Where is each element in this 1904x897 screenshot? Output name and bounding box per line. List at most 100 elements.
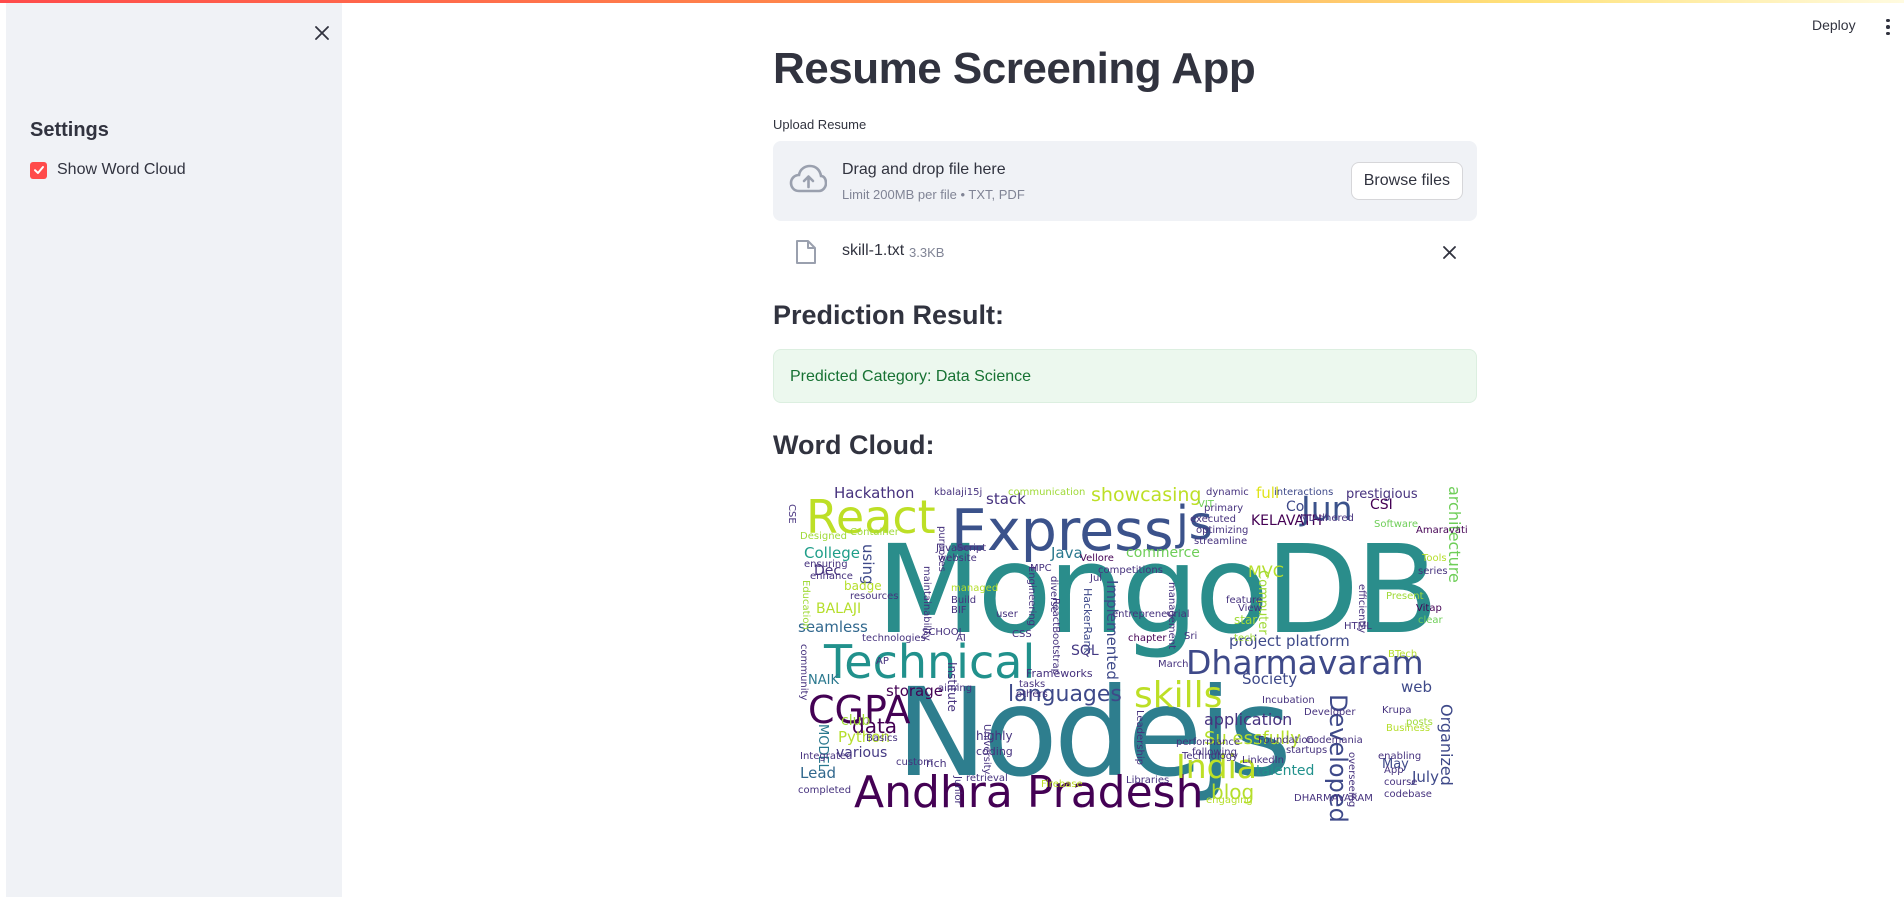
- word-cloud-word: Technical: [824, 635, 1036, 689]
- word-cloud-word: SCHOOL: [922, 627, 965, 638]
- word-cloud-word: Codemania: [1306, 735, 1363, 746]
- word-cloud-word: completed: [798, 785, 852, 796]
- word-cloud-word: Sri: [1184, 631, 1198, 642]
- word-cloud-word: VIT: [1198, 499, 1214, 510]
- word-cloud-word: following: [1192, 747, 1237, 758]
- word-cloud-word: Integrated: [800, 751, 853, 762]
- word-cloud-word: Libraries: [1126, 775, 1170, 786]
- word-cloud-word: purposes: [936, 526, 947, 572]
- word-cloud-word: entrepreneurial: [1112, 609, 1190, 620]
- word-cloud-word: competitions: [1098, 565, 1163, 576]
- word-cloud-word: Vitap: [1416, 603, 1442, 614]
- remove-file-button[interactable]: [1437, 240, 1461, 264]
- dropzone-limit: Limit 200MB per file • TXT, PDF: [842, 187, 1025, 202]
- word-cloud-word: Leadership: [1134, 710, 1145, 765]
- word-cloud-word: Organized: [1437, 704, 1456, 786]
- word-cloud-word: BALAJI: [816, 601, 862, 617]
- word-cloud-word: streamline: [1194, 536, 1248, 547]
- word-cloud-word: Designed: [800, 531, 848, 542]
- file-name: skill-1.txt: [842, 242, 905, 259]
- upload-label: Upload Resume: [773, 117, 867, 132]
- word-cloud-word: Developer: [1304, 707, 1356, 718]
- word-cloud-word: Frameworks: [1026, 667, 1093, 680]
- main-menu-button[interactable]: [1882, 16, 1894, 38]
- file-dropzone[interactable]: Drag and drop file here Limit 200MB per …: [773, 141, 1477, 221]
- file-icon: [796, 240, 816, 264]
- word-cloud-word: aiming: [938, 683, 973, 694]
- word-cloud-word: enabling: [1378, 751, 1422, 762]
- prediction-heading: Prediction Result:: [773, 300, 1005, 330]
- word-cloud-word: Co: [1286, 499, 1305, 515]
- word-cloud-word: executed: [1190, 514, 1236, 525]
- word-cloud-word: LinkedIn: [1242, 755, 1284, 766]
- word-cloud-word: skills: [1134, 675, 1223, 716]
- word-cloud-word: Hackathon: [834, 484, 915, 502]
- word-cloud-word: storage: [886, 682, 943, 700]
- prediction-success-alert: Predicted Category: Data Science: [773, 349, 1477, 403]
- word-cloud-word: Amaravati: [1416, 525, 1468, 536]
- word-cloud-image: MongoDB Nodejs Express Technical React Andhra…: [786, 484, 1473, 834]
- checkbox-label: Show Word Cloud: [57, 161, 186, 178]
- word-cloud-word: Business: [1386, 723, 1431, 734]
- word-cloud-word: Engineering: [1026, 566, 1037, 626]
- word-cloud-word: course: [1384, 777, 1418, 788]
- browse-files-button[interactable]: Browse files: [1350, 162, 1463, 200]
- word-cloud-word: App: [1384, 765, 1404, 776]
- word-cloud-word: web: [1401, 678, 1433, 696]
- close-icon: [1442, 245, 1456, 259]
- word-cloud-word: Container: [850, 527, 899, 538]
- prediction-message: Predicted Category: Data Science: [790, 368, 1032, 385]
- word-cloud-word: DHARMAVARAM: [1294, 793, 1373, 804]
- word-cloud-word: Basics: [866, 733, 898, 744]
- word-cloud-word: codebase: [1384, 789, 1432, 800]
- uploaded-file-row: skill-1.txt 3.3KB: [773, 232, 1477, 272]
- word-cloud-word: startups: [1286, 745, 1328, 756]
- page-title: Resume Screening App: [773, 44, 1256, 93]
- word-cloud-word: AP: [876, 656, 889, 667]
- word-cloud-word: star: [1234, 613, 1258, 627]
- word-cloud-word: optimizing: [1196, 525, 1249, 536]
- deploy-button[interactable]: Deploy: [1812, 17, 1856, 33]
- word-cloud-word: efficiently: [1356, 584, 1367, 634]
- sidebar-close-button[interactable]: [308, 19, 336, 47]
- word-cloud-word: community: [798, 644, 809, 701]
- word-cloud-word: Java: [1051, 544, 1083, 562]
- show-word-cloud-checkbox[interactable]: Show Word Cloud: [30, 161, 186, 179]
- word-cloud-word: tech: [1234, 633, 1256, 644]
- word-cloud-word: Implemented: [1103, 580, 1121, 680]
- word-cloud-word: dynamic: [1206, 487, 1249, 498]
- checkbox-checked-icon[interactable]: [30, 161, 47, 179]
- word-cloud-word: View: [1238, 603, 1262, 614]
- word-cloud-word: communication: [1008, 487, 1086, 498]
- word-cloud-word: chapter: [1128, 633, 1167, 644]
- word-cloud-word: engaging: [1206, 795, 1253, 806]
- word-cloud-word: talented: [1256, 763, 1315, 779]
- word-cloud-word: CSS: [1012, 629, 1032, 640]
- word-cloud-word: ensuring: [804, 559, 848, 570]
- wordcloud-heading: Word Cloud:: [773, 430, 935, 460]
- word-cloud-word: MODEL: [815, 724, 830, 771]
- word-cloud-word: commerce: [1126, 545, 1200, 561]
- word-cloud-word: clear: [1418, 615, 1443, 626]
- dropzone-instruction: Drag and drop file here: [842, 161, 1006, 178]
- word-cloud-word: Software: [1374, 519, 1419, 530]
- word-cloud-word: user: [996, 609, 1018, 620]
- word-cloud-word: kbalaji15j: [934, 487, 983, 498]
- word-cloud-word: March: [1158, 659, 1189, 670]
- word-cloud-word: Present: [1386, 591, 1424, 602]
- word-cloud-word: Society: [1242, 670, 1298, 688]
- word-cloud-word: NAIK: [808, 673, 839, 688]
- word-cloud-word: platform: [1286, 632, 1350, 650]
- word-cloud-word: technologies: [862, 633, 926, 644]
- close-icon: [315, 26, 329, 40]
- sidebar: Settings Show Word Cloud: [6, 3, 342, 897]
- word-cloud-word: Vellore: [1080, 553, 1114, 564]
- word-cloud-word: Education: [800, 580, 811, 630]
- word-cloud-word: interactions: [1274, 487, 1334, 498]
- word-cloud-word: HackerRank: [1081, 588, 1094, 654]
- word-cloud-word: Incubation: [1262, 695, 1315, 706]
- word-cloud-word: CSE: [786, 504, 797, 524]
- word-cloud-word: others: [1016, 689, 1048, 700]
- word-cloud-word: prestigious: [1346, 487, 1418, 502]
- word-cloud-word: custom: [896, 757, 933, 768]
